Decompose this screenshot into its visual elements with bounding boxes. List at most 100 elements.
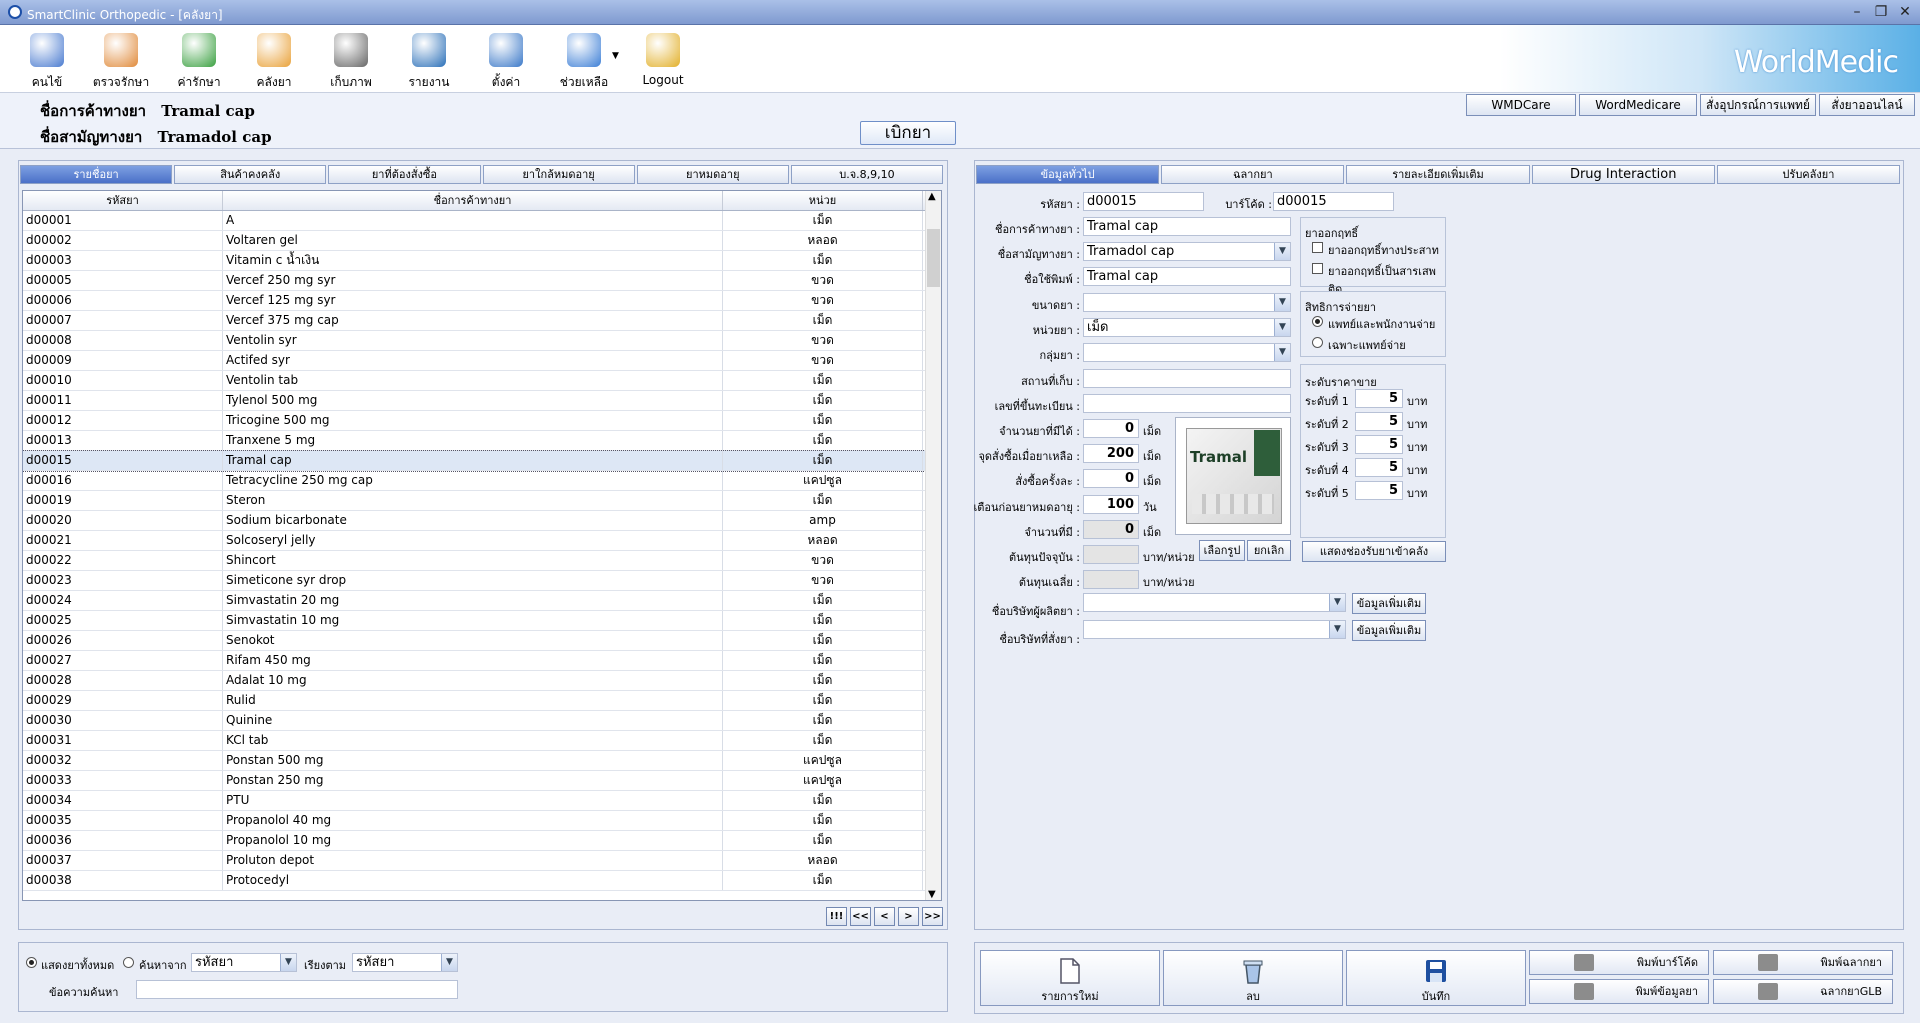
save-button[interactable]: บันทึก [1346,950,1526,1006]
table-row[interactable]: d00008 Ventolin syr ขวด [23,331,941,351]
page-last-button[interactable]: >> [922,907,943,926]
table-row[interactable]: d00028 Adalat 10 mg เม็ด [23,671,941,691]
table-row[interactable]: d00019 Steron เม็ด [23,491,941,511]
page-next-button[interactable]: > [898,907,919,926]
tab-to-order[interactable]: ยาที่ต้องสั่งซื้อ [328,165,481,184]
label-glb-button[interactable]: ฉลากยาGLB [1713,979,1893,1004]
link-wmdcare[interactable]: WMDCare [1466,94,1576,116]
table-row[interactable]: d00012 Tricogine 500 mg เม็ด [23,411,941,431]
chevron-down-icon[interactable]: ▼ [1274,294,1290,311]
tab-general[interactable]: ข้อมูลทั่วไป [976,165,1160,184]
drug-table[interactable]: รหัสยา ชื่อการค้าทางยา หน่วย d00001 A เม็ด… [22,190,942,901]
location-input[interactable] [1083,369,1291,388]
sort-field-select[interactable]: รหัสยา ▼ [352,953,458,972]
price-level-input[interactable]: 5 [1355,389,1403,408]
code-input[interactable]: d00015 [1083,192,1204,211]
barcode-input[interactable]: d00015 [1273,192,1394,211]
table-row[interactable]: d00003 Vitamin c น้ำเงิน เม็ด [23,251,941,271]
table-row[interactable]: d00002 Voltaren gel หลอด [23,231,941,251]
print-barcode-button[interactable]: พิมพ์บาร์โค้ด [1529,950,1709,975]
table-row[interactable]: d00001 A เม็ด [23,211,941,231]
generic-select[interactable]: Tramadol cap ▼ [1083,242,1291,261]
page-prev-button[interactable]: < [874,907,895,926]
price-level-input[interactable]: 5 [1355,458,1403,477]
table-row[interactable]: d00015 Tramal cap เม็ด [23,450,941,472]
expire-warn-input[interactable]: 100 [1083,495,1139,514]
dispense-doctor-only-radio[interactable] [1312,337,1323,348]
link-wordmedicare[interactable]: WordMedicare [1579,94,1697,116]
table-row[interactable]: d00005 Vercef 250 mg syr ขวด [23,271,941,291]
tab-expired[interactable]: ยาหมดอายุ [636,165,789,184]
trade-input[interactable]: Tramal cap [1083,217,1291,236]
col-header-unit[interactable]: หน่วย [723,191,923,210]
order-qty-input[interactable]: 0 [1083,469,1139,488]
table-row[interactable]: d00009 Actifed syr ขวด [23,351,941,371]
show-receive-button[interactable]: แสดงช่องรับยาเข้าคลัง [1302,541,1446,562]
toolbar-button-6[interactable]: ตั้งค่า [467,29,545,91]
table-row[interactable]: d00020 Sodium bicarbonate amp [23,511,941,531]
tab-adjust-stock[interactable]: ปรับคลังยา [1716,165,1901,184]
new-record-button[interactable]: รายการใหม่ [980,950,1160,1006]
chevron-down-icon[interactable]: ▼ [280,954,296,971]
scroll-down-icon[interactable]: ▼ [928,889,936,900]
link-medical-equipment[interactable]: สั่งอุปกรณ์การแพทย์ [1700,94,1816,116]
page-first-button[interactable]: << [850,907,871,926]
tab-inventory[interactable]: สินค้าคงคลัง [174,165,327,184]
link-order-online[interactable]: สั่งยาออนไลน์ [1819,94,1915,116]
cancel-image-button[interactable]: ยกเลิก [1247,540,1291,561]
toolbar-button-4[interactable]: เก็บภาพ [312,29,390,91]
col-header-trade-name[interactable]: ชื่อการค้าทางยา [223,191,723,210]
keyword-input[interactable] [136,980,458,999]
table-row[interactable]: d00016 Tetracycline 250 mg cap แคปซูล [23,471,941,491]
tab-more-details[interactable]: รายละเอียดเพิ่มเติม [1346,165,1530,184]
show-all-radio[interactable] [26,957,37,968]
toolbar-button-5[interactable]: รายงาน [390,29,468,91]
tab-bj-8-9-10[interactable]: บ.จ.8,9,10 [790,165,944,184]
table-row[interactable]: d00023 Simeticone syr drop ขวด [23,571,941,591]
table-row[interactable]: d00024 Simvastatin 20 mg เม็ด [23,591,941,611]
chevron-down-icon[interactable]: ▼ [1274,319,1290,336]
table-row[interactable]: d00007 Vercef 375 mg cap เม็ด [23,311,941,331]
tab-drug-list[interactable]: รายชื่อยา [20,165,173,184]
table-row[interactable]: d00021 Solcoseryl jelly หลอด [23,531,941,551]
table-row[interactable]: d00025 Simvastatin 10 mg เม็ด [23,611,941,631]
price-level-input[interactable]: 5 [1355,435,1403,454]
supplier-more-button[interactable]: ข้อมูลเพิ่มเติม [1352,620,1426,641]
chevron-down-icon[interactable]: ▼ [441,954,457,971]
chevron-down-icon[interactable]: ▼ [1329,621,1345,638]
chevron-down-icon[interactable]: ▼ [1274,344,1290,361]
print-label-button[interactable]: พิมพ์ฉลากยา [1713,950,1893,975]
group-select[interactable]: ▼ [1083,343,1291,362]
table-row[interactable]: d00013 Tranxene 5 mg เม็ด [23,431,941,451]
dispense-doctor-staff-radio[interactable] [1312,316,1323,327]
search-from-radio[interactable] [123,957,134,968]
tab-drug-interaction[interactable]: Drug Interaction [1531,165,1715,184]
minimize-button[interactable]: – [1846,3,1868,21]
narcotic-checkbox[interactable] [1312,263,1323,274]
delete-button[interactable]: ลบ [1163,950,1343,1006]
dispense-button[interactable]: เบิกยา [860,121,956,145]
help-dropdown-arrow-icon[interactable]: ▼ [612,51,619,61]
close-button[interactable]: ✕ [1894,3,1916,21]
stock-input[interactable]: 0 [1083,419,1139,438]
print-name-input[interactable]: Tramal cap [1083,267,1291,286]
supplier-select[interactable]: ▼ [1083,620,1346,639]
size-select[interactable]: ▼ [1083,293,1291,312]
scrollbar-thumb[interactable] [927,229,940,287]
manufacturer-select[interactable]: ▼ [1083,593,1346,612]
scroll-up-icon[interactable]: ▲ [928,191,936,202]
table-row[interactable]: d00022 Shincort ขวด [23,551,941,571]
table-row[interactable]: d00026 Senokot เม็ด [23,631,941,651]
price-level-input[interactable]: 5 [1355,412,1403,431]
table-row[interactable]: d00038 Protocedyl เม็ด [23,871,941,891]
table-row[interactable]: d00037 Proluton depot หลอด [23,851,941,871]
unit-select[interactable]: เม็ด ▼ [1083,318,1291,337]
table-row[interactable]: d00031 KCl tab เม็ด [23,731,941,751]
search-field-select[interactable]: รหัสยา ▼ [191,953,297,972]
chevron-down-icon[interactable]: ▼ [1274,243,1290,260]
toolbar-button-8[interactable]: Logout [624,29,702,91]
table-row[interactable]: d00032 Ponstan 500 mg แคปซูล [23,751,941,771]
col-header-code[interactable]: รหัสยา [23,191,223,210]
pick-image-button[interactable]: เลือกรูป [1199,540,1245,561]
manufacturer-more-button[interactable]: ข้อมูลเพิ่มเติม [1352,593,1426,614]
